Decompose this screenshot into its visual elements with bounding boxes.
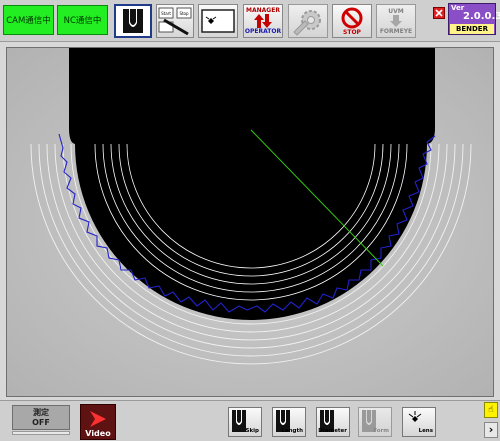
- nc-status-indicator: NC通信中: [57, 5, 108, 35]
- length-button[interactable]: Length: [272, 407, 306, 437]
- swap-arrows-icon: [254, 14, 272, 28]
- next-page-button[interactable]: ›: [484, 422, 498, 438]
- start-stop-switch-icon: Start Stop: [158, 7, 192, 36]
- measure-toggle-button[interactable]: 測定 OFF: [12, 405, 70, 430]
- settings-toggle-button[interactable]: Start Stop: [156, 4, 194, 38]
- manager-operator-button[interactable]: MANAGER OPERATOR: [243, 4, 283, 38]
- formeye-label: FORMEYE: [379, 27, 413, 35]
- manager-label: MANAGER: [246, 7, 280, 14]
- lens-label: Lens: [418, 428, 433, 434]
- top-toolbar: CAM通信中 NC通信中 Start Stop MANAGER OPERATOR…: [0, 0, 500, 42]
- video-play-icon: [90, 411, 106, 427]
- cam-status-indicator: CAM通信中: [3, 5, 54, 35]
- form-label: Form: [373, 428, 389, 434]
- lens-view-button[interactable]: [198, 4, 238, 38]
- tool-tip-icon: [232, 410, 246, 432]
- download-arrow-icon: [390, 14, 402, 27]
- measure-indicator-bar: [12, 431, 70, 435]
- close-button[interactable]: [433, 7, 445, 19]
- bottom-toolbar: 測定 OFF Video Skip Length Diameter Form L…: [0, 400, 500, 441]
- video-button[interactable]: Video: [80, 404, 116, 440]
- lens-icon: [408, 411, 422, 422]
- lens-button[interactable]: Lens: [402, 407, 436, 437]
- mini-stop-label: Stop: [179, 11, 189, 16]
- nc-status-label: NC通信中: [63, 16, 102, 26]
- machine-name: BENDER: [450, 24, 494, 34]
- operator-label: OPERATOR: [244, 28, 282, 35]
- uvm-label: UVM: [388, 7, 404, 15]
- tool-profile-view: [7, 48, 493, 396]
- diameter-label: Diameter: [318, 428, 347, 434]
- camera-viewport[interactable]: [6, 47, 494, 397]
- gear-wrench-icon: [293, 10, 321, 36]
- cam-status-label: CAM通信中: [6, 16, 51, 26]
- chevron-right-icon: ›: [488, 423, 494, 436]
- formeye-button[interactable]: UVM FORMEYE: [376, 4, 416, 38]
- diameter-button[interactable]: Diameter: [316, 407, 350, 437]
- stop-label: STOP: [343, 28, 361, 36]
- lens-screen-icon: [201, 9, 235, 33]
- tool-view-button[interactable]: [114, 4, 152, 38]
- version-number: 2.0.0.3: [463, 11, 500, 22]
- version-panel: Ver 2.0.0.3 BENDER: [448, 3, 500, 35]
- measure-title: 測定: [33, 407, 49, 417]
- hand-pointer-icon[interactable]: ☝: [484, 402, 498, 418]
- tool-tip-icon: [123, 9, 143, 33]
- video-label: Video: [85, 429, 111, 438]
- close-icon: [435, 9, 443, 17]
- length-label: Length: [281, 428, 303, 434]
- settings-gear-button[interactable]: [288, 4, 328, 38]
- measure-state: OFF: [32, 417, 50, 427]
- skip-button[interactable]: Skip: [228, 407, 262, 437]
- mini-start-label: Start: [161, 11, 171, 16]
- stop-sign-icon: [341, 7, 363, 28]
- stop-button[interactable]: STOP: [332, 4, 372, 38]
- skip-label: Skip: [245, 428, 259, 434]
- form-button[interactable]: Form: [358, 407, 392, 437]
